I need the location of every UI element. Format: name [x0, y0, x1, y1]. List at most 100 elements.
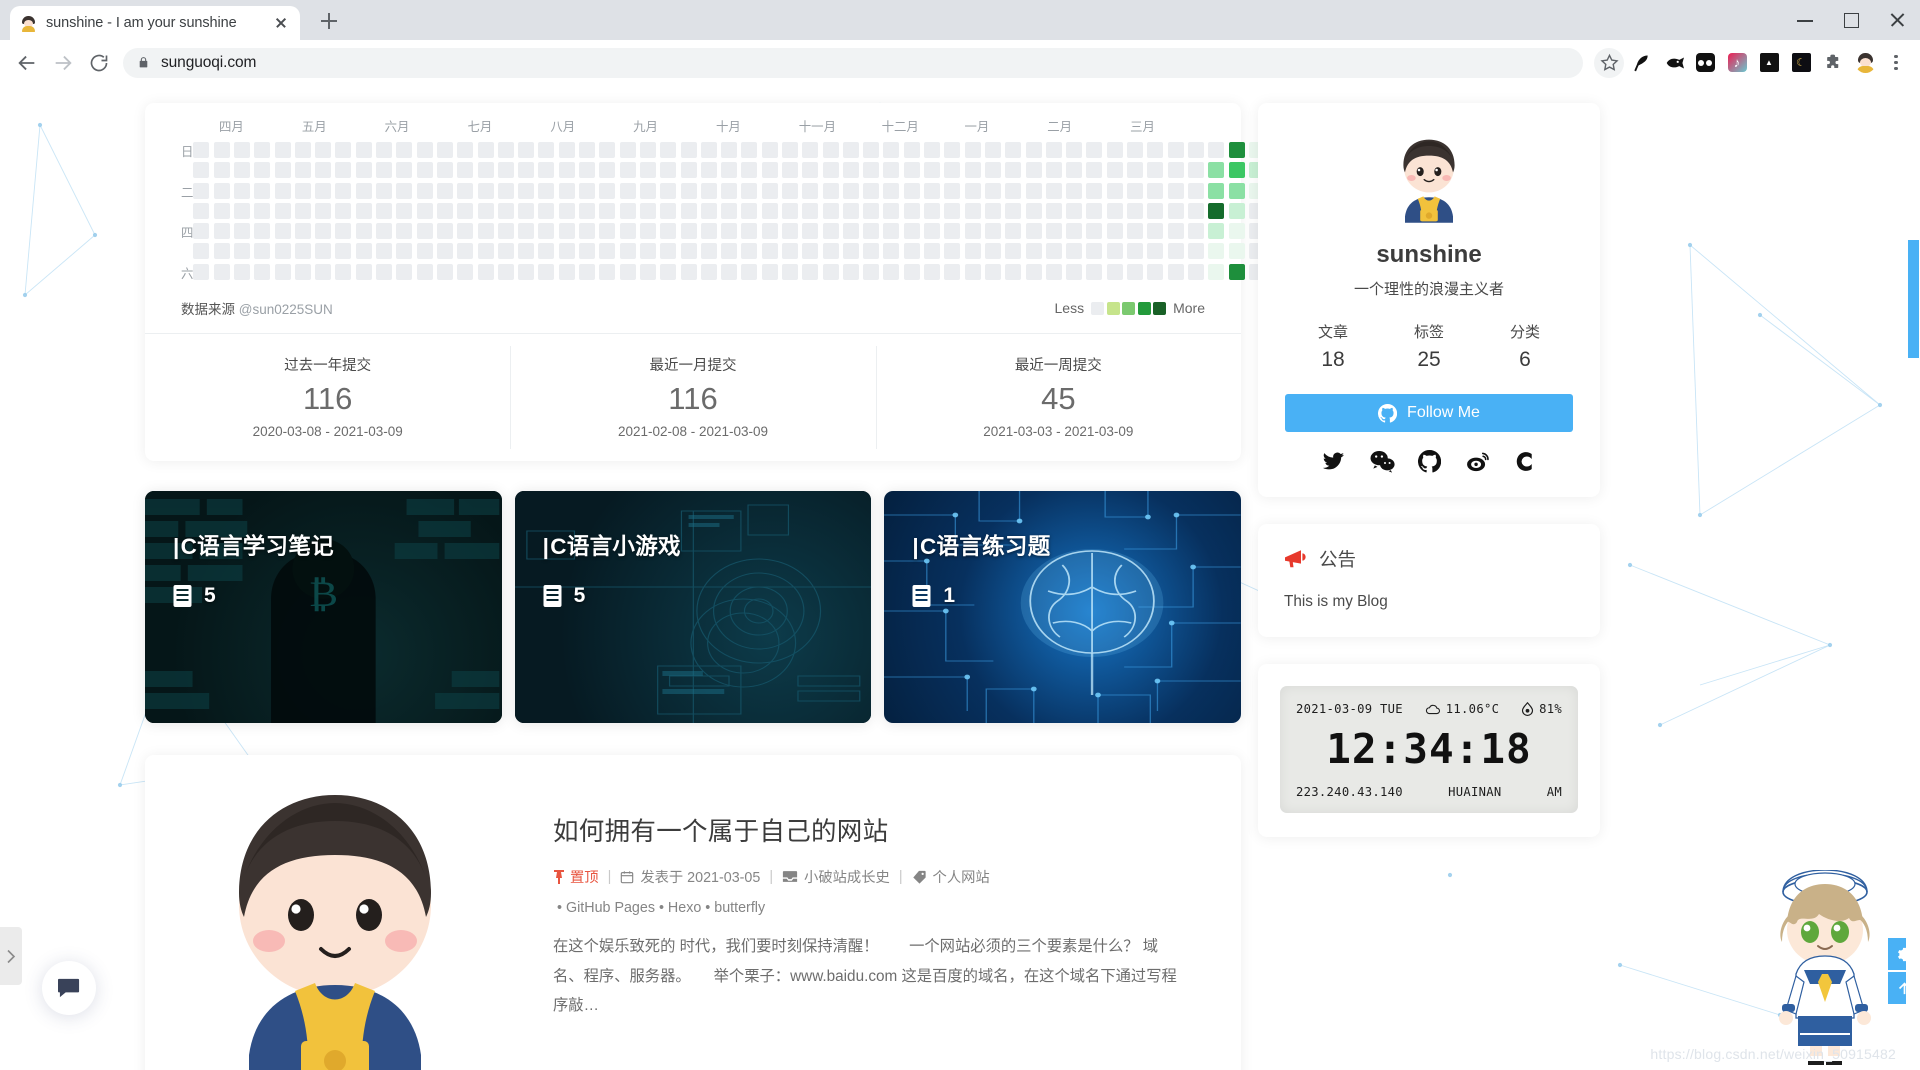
heatmap-cell[interactable] — [985, 142, 1001, 158]
post-title[interactable]: 如何拥有一个属于自己的网站 — [553, 811, 1181, 848]
heatmap-cell[interactable] — [843, 142, 859, 158]
heatmap-cell[interactable] — [904, 203, 920, 219]
heatmap-cell[interactable] — [863, 142, 879, 158]
heatmap-cell[interactable] — [1188, 142, 1204, 158]
heatmap-cell[interactable] — [985, 162, 1001, 178]
heatmap-cell[interactable] — [1208, 142, 1224, 158]
heatmap-cell[interactable] — [741, 223, 757, 239]
heatmap-cell[interactable] — [335, 264, 351, 280]
heatmap-cell[interactable] — [1066, 264, 1082, 280]
heatmap-cell[interactable] — [315, 142, 331, 158]
heatmap-cell[interactable] — [356, 183, 372, 199]
heatmap-cell[interactable] — [1107, 223, 1123, 239]
heatmap-cell[interactable] — [741, 162, 757, 178]
heatmap-cell[interactable] — [417, 203, 433, 219]
heatmap-cell[interactable] — [1086, 223, 1102, 239]
heatmap-cell[interactable] — [457, 264, 473, 280]
heatmap-cell[interactable] — [315, 264, 331, 280]
heatmap-cell[interactable] — [457, 203, 473, 219]
heatmap-cell[interactable] — [721, 162, 737, 178]
heatmap-cell[interactable] — [498, 203, 514, 219]
heatmap-cell[interactable] — [478, 203, 494, 219]
heatmap-cell[interactable] — [620, 223, 636, 239]
heatmap-cell[interactable] — [1026, 264, 1042, 280]
heatmap-cell[interactable] — [944, 264, 960, 280]
heatmap-cell[interactable] — [538, 142, 554, 158]
heatmap-cell[interactable] — [599, 203, 615, 219]
github-icon[interactable] — [1418, 450, 1441, 473]
heatmap-cell[interactable] — [1168, 142, 1184, 158]
heatmap-cell[interactable] — [1005, 243, 1021, 259]
heatmap-cell[interactable] — [193, 142, 209, 158]
heatmap-cell[interactable] — [721, 223, 737, 239]
heatmap-cell[interactable] — [417, 243, 433, 259]
heatmap-cell[interactable] — [599, 243, 615, 259]
heatmap-cell[interactable] — [295, 203, 311, 219]
heatmap-cell[interactable] — [1147, 162, 1163, 178]
author-stat[interactable]: 标签 25 — [1381, 321, 1477, 372]
three-dot-menu-icon[interactable] — [1882, 48, 1910, 78]
heatmap-cell[interactable] — [863, 162, 879, 178]
heatmap-cell[interactable] — [701, 203, 717, 219]
heatmap-cell[interactable] — [356, 264, 372, 280]
heatmap-cell[interactable] — [782, 223, 798, 239]
heatmap-cell[interactable] — [1229, 264, 1245, 280]
heatmap-cell[interactable] — [315, 162, 331, 178]
heatmap-cell[interactable] — [498, 183, 514, 199]
heatmap-cell[interactable] — [944, 162, 960, 178]
heatmap-cell[interactable] — [883, 162, 899, 178]
heatmap-cell[interactable] — [559, 223, 575, 239]
heatmap-cell[interactable] — [823, 223, 839, 239]
heatmap-cell[interactable] — [1147, 142, 1163, 158]
heatmap-cell[interactable] — [1168, 243, 1184, 259]
heatmap-cell[interactable] — [762, 183, 778, 199]
heatmap-cell[interactable] — [234, 223, 250, 239]
heatmap-cell[interactable] — [356, 203, 372, 219]
heatmap-cell[interactable] — [721, 203, 737, 219]
heatmap-cell[interactable] — [478, 264, 494, 280]
heatmap-cell[interactable] — [437, 223, 453, 239]
heatmap-cell[interactable] — [234, 203, 250, 219]
heatmap-cell[interactable] — [356, 223, 372, 239]
heatmap-cell[interactable] — [559, 203, 575, 219]
heatmap-cell[interactable] — [214, 183, 230, 199]
heatmap-cell[interactable] — [762, 162, 778, 178]
heatmap-cell[interactable] — [376, 142, 392, 158]
heatmap-cell[interactable] — [1127, 183, 1143, 199]
heatmap-cell[interactable] — [640, 223, 656, 239]
heatmap-cell[interactable] — [1046, 162, 1062, 178]
heatmap-cell[interactable] — [376, 183, 392, 199]
author-stat[interactable]: 文章 18 — [1285, 321, 1381, 372]
heatmap-cell[interactable] — [376, 264, 392, 280]
heatmap-cell[interactable] — [681, 162, 697, 178]
heatmap-cell[interactable] — [254, 183, 270, 199]
left-drawer-toggle[interactable] — [0, 927, 22, 985]
heatmap-cell[interactable] — [559, 243, 575, 259]
heatmap-cell[interactable] — [1066, 162, 1082, 178]
heatmap-cell[interactable] — [701, 142, 717, 158]
heatmap-cell[interactable] — [518, 203, 534, 219]
heatmap-cell[interactable] — [193, 162, 209, 178]
heatmap-cell[interactable] — [437, 203, 453, 219]
heatmap-cell[interactable] — [254, 203, 270, 219]
heatmap-cell[interactable] — [1046, 243, 1062, 259]
heatmap-cell[interactable] — [823, 142, 839, 158]
heatmap-cell[interactable] — [559, 142, 575, 158]
heatmap-cell[interactable] — [965, 203, 981, 219]
heatmap-cell[interactable] — [417, 183, 433, 199]
heatmap-cell[interactable] — [883, 223, 899, 239]
heatmap-cell[interactable] — [1086, 243, 1102, 259]
heatmap-cell[interactable] — [741, 264, 757, 280]
heatmap-source-handle[interactable]: @sun0225SUN — [239, 302, 333, 317]
heatmap-cell[interactable] — [335, 243, 351, 259]
heatmap-cell[interactable] — [538, 183, 554, 199]
heatmap-cell[interactable] — [417, 142, 433, 158]
heatmap-cell[interactable] — [295, 183, 311, 199]
heatmap-cell[interactable] — [721, 142, 737, 158]
heatmap-cell[interactable] — [457, 223, 473, 239]
heatmap-cell[interactable] — [1107, 183, 1123, 199]
heatmap-cell[interactable] — [275, 203, 291, 219]
heatmap-cell[interactable] — [335, 203, 351, 219]
heatmap-cell[interactable] — [457, 183, 473, 199]
heatmap-cell[interactable] — [721, 183, 737, 199]
